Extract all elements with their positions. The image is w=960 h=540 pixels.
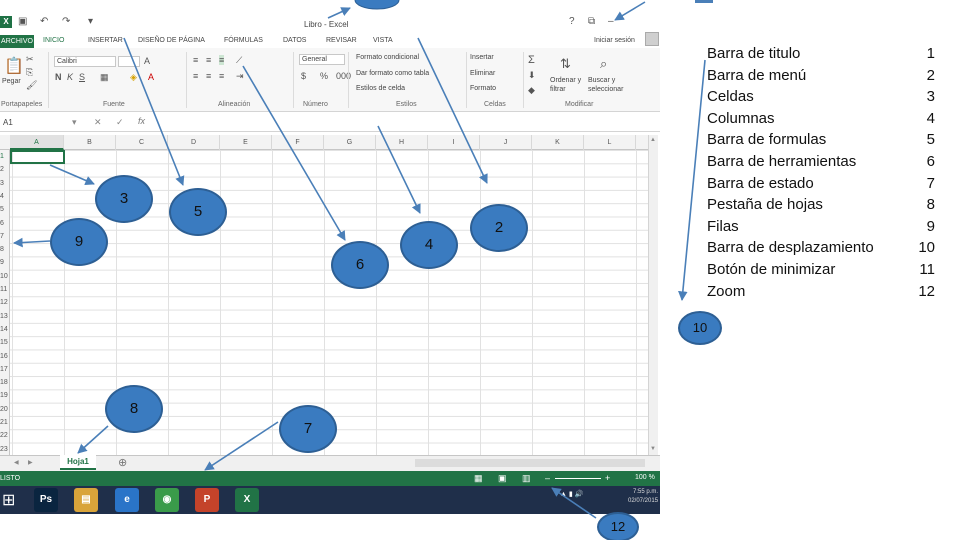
legend-number: 4: [926, 109, 935, 127]
callout-1-fragment: [354, 0, 400, 10]
legend-item: Botón de minimizar 11: [707, 259, 935, 281]
legend-label: Columnas: [707, 109, 775, 127]
arrow-7: [204, 421, 279, 471]
legend-label: Barra de estado: [707, 174, 814, 192]
callout-2: 2: [470, 204, 528, 252]
legend-item: Zoom 12: [707, 281, 935, 303]
legend-number: 7: [926, 174, 935, 192]
legend-number: 12: [918, 282, 935, 300]
legend-number: 1: [926, 45, 935, 62]
arrow-4: [377, 125, 421, 214]
legend-label: Barra de herramientas: [707, 152, 857, 170]
legend-item: Barra de herramientas 6: [707, 151, 935, 173]
legend-label: Botón de minimizar: [707, 260, 836, 278]
legend-number: 6: [926, 152, 935, 170]
callout-3: 3: [95, 175, 153, 223]
legend-item: Columnas 4: [707, 108, 935, 130]
arrow-11: [614, 1, 646, 21]
arrow-10: [678, 59, 706, 301]
legend-number: 8: [926, 196, 935, 214]
arrow-12: [551, 487, 597, 519]
arrow-2: [417, 37, 488, 184]
legend-item: Celdas 3: [707, 86, 935, 108]
callout-10: 10: [678, 311, 722, 345]
arrow-8: [77, 425, 109, 454]
arrow-1: [327, 7, 351, 19]
legend-number: 2: [926, 66, 935, 84]
legend-label: Barra de titulo: [707, 45, 801, 62]
legend-label: Barra de desplazamiento: [707, 239, 874, 257]
legend-label: Barra de formulas: [707, 131, 827, 149]
legend-label: Celdas: [707, 88, 754, 106]
callout-7: 7: [279, 405, 337, 453]
legend-item: Barra de menú 2: [707, 65, 935, 87]
legend-label: Pestaña de hojas: [707, 196, 823, 214]
legend-item: Barra de desplazamiento 10: [707, 237, 935, 259]
legend-number: 5: [926, 131, 935, 149]
legend-item: Pestaña de hojas 8: [707, 194, 935, 216]
legend-number: 3: [926, 88, 935, 106]
arrow-6: [242, 65, 346, 241]
legend-number: 11: [919, 260, 935, 278]
arrow-9: [13, 237, 51, 248]
legend-label: Zoom: [707, 282, 746, 300]
legend-number: 10: [918, 239, 935, 257]
legend-label: Filas: [707, 217, 739, 235]
callout-8: 8: [105, 385, 163, 433]
callout-11-fragment: [695, 0, 713, 3]
callout-5: 5: [169, 188, 227, 236]
legend-number: 9: [926, 217, 935, 235]
callout-12: 12: [597, 512, 639, 540]
legend-item: Barra de estado 7: [707, 173, 935, 195]
legend: Barra de titulo 1 Barra de menú 2 Celdas 3 Col…: [707, 43, 935, 302]
arrow-5: [123, 37, 185, 186]
legend-item: Filas 9: [707, 216, 935, 238]
legend-item: Barra de formulas 5: [707, 129, 935, 151]
arrow-3: [49, 164, 95, 185]
legend-label: Barra de menú: [707, 66, 807, 84]
legend-item: Barra de titulo 1: [707, 43, 935, 65]
callout-9: 9: [50, 218, 108, 266]
callout-6: 6: [331, 241, 389, 289]
callout-4: 4: [400, 221, 458, 269]
